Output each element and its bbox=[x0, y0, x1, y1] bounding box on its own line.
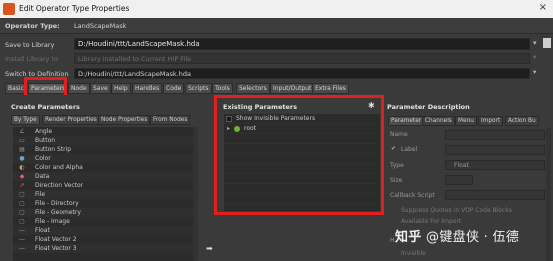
color-alpha-icon: ◐ bbox=[19, 164, 25, 171]
list-item[interactable]: — Float Vector 2 bbox=[13, 235, 193, 244]
tab-channels[interactable]: Channels bbox=[422, 116, 455, 126]
callback-label: Callback Script bbox=[390, 192, 435, 199]
install-library-row: Install Library to Library installed to … bbox=[0, 52, 553, 67]
tab-handles[interactable]: Handles bbox=[132, 83, 163, 94]
list-item[interactable]: ● Color bbox=[13, 154, 193, 163]
operator-type-row: Operator Type: LandScapeMask bbox=[0, 19, 553, 34]
suppress-quotes-label[interactable]: Suppress Quotes in VOP Code Blocks bbox=[401, 207, 512, 214]
float-vector2-icon: — bbox=[19, 236, 25, 243]
button-icon: ▭ bbox=[19, 137, 25, 144]
existing-parameters-highlight bbox=[214, 95, 384, 215]
list-item[interactable]: — Float bbox=[13, 226, 193, 235]
parameter-description-header: Parameter Description bbox=[387, 103, 470, 111]
chevron-down-icon[interactable]: ▾ bbox=[533, 39, 537, 47]
watermark: 知乎 @键盘侠 · 伍德 bbox=[395, 226, 519, 245]
tab-extra-files[interactable]: Extra Files bbox=[312, 83, 349, 94]
chevron-down-icon[interactable]: ▾ bbox=[533, 68, 536, 76]
list-item[interactable]: ∠ Angle bbox=[13, 127, 193, 136]
tab-tools[interactable]: Tools bbox=[212, 83, 233, 94]
tab-help[interactable]: Help bbox=[111, 83, 131, 94]
tab-code[interactable]: Code bbox=[163, 83, 185, 94]
direction-vector-icon: ↗ bbox=[19, 182, 25, 189]
switch-definition-select[interactable]: D:/Houdini/ttt/LandScapeMask.hda bbox=[74, 68, 530, 79]
list-item[interactable]: ◐ Color and Alpha bbox=[13, 163, 193, 172]
switch-definition-row: Switch to Definition D:/Houdini/ttt/Land… bbox=[0, 67, 553, 82]
list-item[interactable]: — Float Vector 3 bbox=[13, 244, 193, 253]
watermark-text: @键盘侠 · 伍德 bbox=[426, 230, 520, 245]
tab-selectors[interactable]: Selectors bbox=[236, 83, 270, 94]
file-chooser-icon[interactable] bbox=[543, 38, 551, 48]
data-icon: ◆ bbox=[19, 173, 25, 180]
create-parameters-header: Create Parameters bbox=[11, 103, 80, 111]
list-item[interactable]: ▢ File - Directory bbox=[13, 199, 193, 208]
subtab-render-properties[interactable]: Render Properties bbox=[42, 115, 100, 125]
tab-import[interactable]: Import bbox=[478, 116, 504, 126]
label-label: Label bbox=[401, 146, 418, 153]
name-input[interactable] bbox=[445, 130, 545, 140]
subtab-by-type[interactable]: By Type bbox=[11, 115, 40, 125]
file-geometry-icon: ▢ bbox=[19, 209, 25, 216]
operator-type-value: LandScapeMask bbox=[74, 22, 127, 30]
close-icon[interactable]: × bbox=[539, 2, 547, 13]
tab-parameter[interactable]: Parameter bbox=[388, 116, 425, 126]
check-icon: ✔ bbox=[391, 145, 397, 152]
list-item[interactable]: ◆ Data bbox=[13, 172, 193, 181]
tab-scripts[interactable]: Scripts bbox=[185, 83, 212, 94]
h-label: H bbox=[390, 237, 395, 244]
install-library-label: Install Library to bbox=[5, 55, 58, 63]
list-item[interactable]: ▢ File - Image bbox=[13, 217, 193, 226]
type-select[interactable]: Float bbox=[445, 160, 545, 170]
list-item[interactable]: ▤ Button Strip bbox=[13, 145, 193, 154]
subtab-from-nodes[interactable]: From Nodes bbox=[150, 115, 191, 125]
window-title: Edit Operator Type Properties bbox=[19, 4, 130, 13]
color-icon: ● bbox=[19, 155, 25, 162]
tab-save[interactable]: Save bbox=[90, 83, 111, 94]
list-scrollbar[interactable] bbox=[193, 127, 198, 261]
callback-input[interactable] bbox=[445, 190, 545, 200]
create-parameters-list: ∠ Angle ▭ Button ▤ Button Strip ● Color ◐ Col… bbox=[13, 127, 193, 261]
houdini-logo-icon bbox=[3, 3, 15, 15]
angle-icon: ∠ bbox=[19, 128, 25, 135]
list-item[interactable]: ▢ File - Geometry bbox=[13, 208, 193, 217]
file-image-icon: ▢ bbox=[19, 218, 25, 225]
tab-action-button[interactable]: Action Bu bbox=[505, 116, 539, 126]
install-library-select[interactable]: Library installed to Current HIP File bbox=[74, 53, 530, 64]
file-icon: ▢ bbox=[19, 191, 25, 198]
save-to-library-label: Save to Library bbox=[5, 41, 55, 49]
tab-node[interactable]: Node bbox=[68, 83, 90, 94]
file-directory-icon: ▢ bbox=[19, 200, 25, 207]
label-input[interactable] bbox=[445, 145, 545, 155]
button-strip-icon: ▤ bbox=[19, 146, 25, 153]
operator-type-label: Operator Type: bbox=[5, 22, 60, 30]
invisible-label[interactable]: Invisible bbox=[401, 250, 426, 257]
save-to-library-row: Save to Library D:/Houdini/ttt/LandScape… bbox=[0, 37, 553, 52]
watermark-prefix: 知乎 bbox=[395, 230, 422, 245]
list-item[interactable]: ▢ File bbox=[13, 190, 193, 199]
size-label: Size bbox=[390, 177, 403, 184]
type-label: Type bbox=[390, 162, 404, 169]
tab-input-output[interactable]: Input/Output bbox=[270, 83, 315, 94]
description-scrollbar[interactable] bbox=[546, 128, 551, 261]
size-input[interactable] bbox=[445, 175, 473, 185]
window-titlebar: Edit Operator Type Properties × bbox=[0, 0, 553, 18]
float-icon: — bbox=[19, 227, 25, 234]
name-label: Name bbox=[390, 131, 408, 138]
list-item[interactable]: ▭ Button bbox=[13, 136, 193, 145]
available-import-label[interactable]: Available For Import bbox=[401, 218, 461, 225]
tab-menu[interactable]: Menu bbox=[455, 116, 477, 126]
move-right-arrow-icon[interactable]: ➡ bbox=[206, 244, 213, 253]
save-to-library-input[interactable]: D:/Houdini/ttt/LandScapeMask.hda bbox=[74, 38, 530, 50]
float-vector3-icon: — bbox=[19, 245, 25, 252]
list-item[interactable]: ↗ Direction Vector bbox=[13, 181, 193, 190]
subtab-node-properties[interactable]: Node Properties bbox=[98, 115, 151, 125]
chevron-down-icon[interactable]: ▾ bbox=[533, 53, 536, 61]
